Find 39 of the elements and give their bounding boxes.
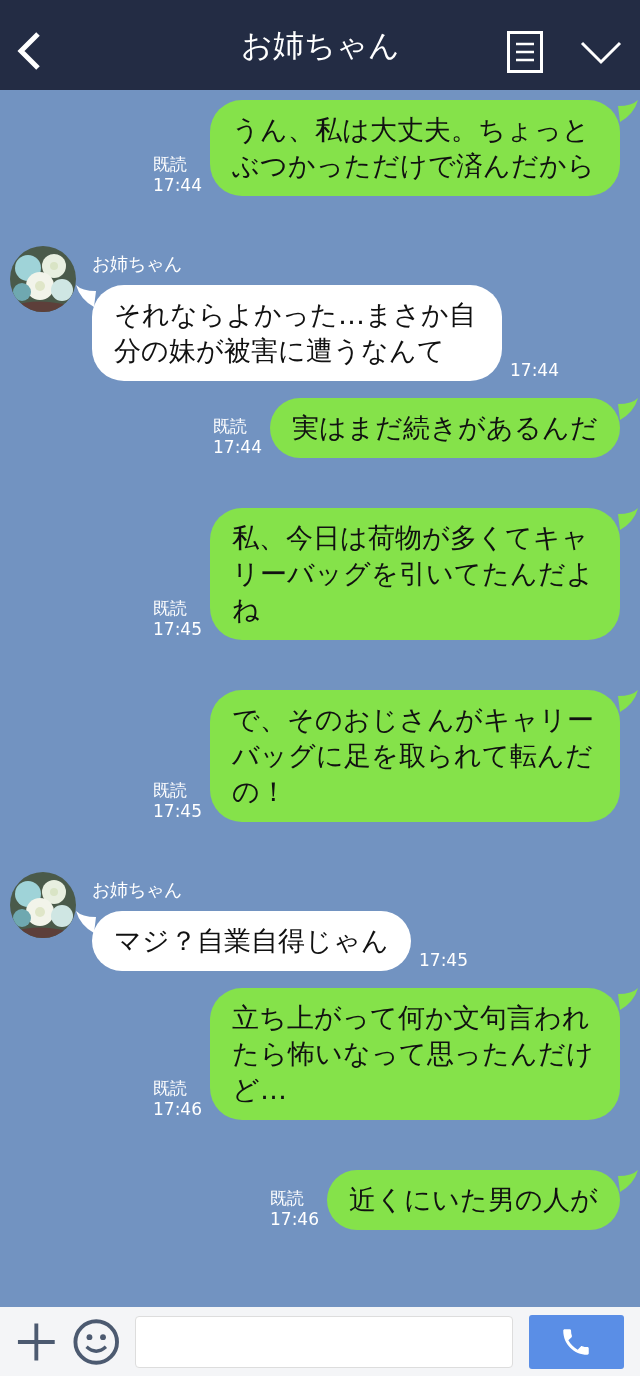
message-bubble: 立ち上がって何か文句言われたら怖いなって思ったんだけど… — [210, 988, 620, 1120]
message-time: 17:44 — [510, 360, 559, 381]
read-receipt: 既読 — [213, 416, 247, 437]
back-icon[interactable] — [16, 31, 42, 71]
bubble-tail — [618, 100, 638, 122]
notes-icon[interactable] — [507, 31, 543, 73]
message-time: 17:46 — [153, 1099, 202, 1120]
read-receipt: 既読 — [153, 154, 187, 175]
message-bubble: マジ？自業自得じゃん — [92, 911, 411, 971]
message-time: 17:44 — [153, 175, 202, 196]
message-time: 17:44 — [213, 437, 262, 458]
message-bubble: 私、今日は荷物が多くてキャリーバッグを引いてたんだよね — [210, 508, 620, 640]
bubble-tail — [618, 398, 638, 420]
message-time: 17:45 — [153, 801, 202, 822]
chevron-down-icon[interactable] — [580, 40, 622, 66]
message-time: 17:46 — [270, 1209, 319, 1230]
bubble-tail — [618, 690, 638, 712]
bubble-tail — [618, 988, 638, 1010]
chat-title: お姉ちゃん — [240, 25, 400, 65]
emoji-icon[interactable] — [72, 1317, 120, 1366]
read-receipt: 既読 — [270, 1188, 304, 1209]
message-bubble: で、そのおじさんがキャリーバッグに足を取られて転んだの！ — [210, 690, 620, 822]
sender-name: お姉ちゃん — [92, 878, 183, 902]
call-button[interactable] — [528, 1314, 624, 1369]
bubble-tail — [618, 508, 638, 530]
message-bubble: 近くにいた男の人が — [327, 1170, 620, 1230]
message-time: 17:45 — [419, 950, 468, 971]
message-input[interactable] — [135, 1315, 513, 1368]
bubble-tail — [76, 911, 96, 933]
bubble-tail — [618, 1170, 638, 1192]
message-bubble: うん、私は大丈夫。ちょっとぶつかっただけで済んだから — [210, 100, 620, 196]
bubble-tail — [76, 285, 96, 307]
message-bubble: それならよかった…まさか自分の妹が被害に遭うなんて — [92, 285, 502, 381]
message-bubble: 実はまだ続きがあるんだ — [270, 398, 620, 458]
read-receipt: 既読 — [153, 780, 187, 801]
read-receipt: 既読 — [153, 1078, 187, 1099]
message-time: 17:45 — [153, 619, 202, 640]
read-receipt: 既読 — [153, 598, 187, 619]
sender-name: お姉ちゃん — [92, 252, 183, 276]
